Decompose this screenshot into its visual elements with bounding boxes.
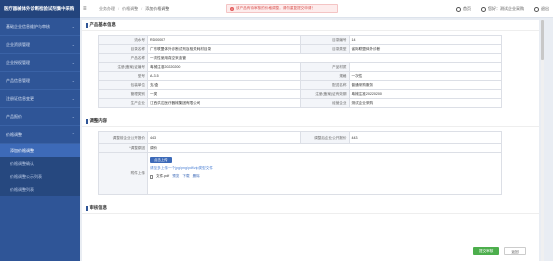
- chevron-down-icon: ⌄: [71, 42, 75, 47]
- chevron-down-icon: ⌄: [71, 24, 75, 29]
- footer-actions: 提交审核 返回: [473, 247, 526, 255]
- brand-title: 医疗器械体外诊断检验试剂集中采购: [0, 0, 80, 18]
- attached-file: 文件.pdf 预览 下载 删除: [150, 174, 499, 179]
- sidebar: 医疗器械体外诊断检验试剂集中采购 基础企业信息维护与审核 ⌄ 企业资质管理 ⌄ 企业…: [0, 0, 80, 261]
- sidebar-item-product-info[interactable]: 产品信息管理 ⌄: [0, 72, 80, 90]
- price-after-input[interactable]: 443: [348, 131, 502, 144]
- upload-hint: 请至多上传一个jpg/png/pdf/zip类型文件: [150, 166, 213, 170]
- chevron-down-icon: ⌄: [71, 96, 75, 101]
- sidebar-item-enterprise-info[interactable]: 基础企业信息维护与审核 ⌄: [0, 18, 80, 36]
- section-title-basic: 产品基本信息: [82, 20, 539, 31]
- chevron-down-icon: ⌄: [71, 60, 75, 65]
- main-content: 产品基本信息 流水号 RD00007 目录编号 14 目录名称 广东联盟体外诊断试剂及…: [82, 20, 539, 261]
- file-name: 文件.pdf: [156, 174, 170, 178]
- user-menu[interactable]: 您好：测试企业采购: [481, 6, 524, 12]
- breadcrumb-item[interactable]: 价格调整: [122, 6, 138, 12]
- download-link[interactable]: 下载: [182, 174, 189, 179]
- error-alert: × 该产品有待审核的价格调整，请勿重复提交申请！: [226, 4, 338, 13]
- price-adjust-submenu: 添加价格调整 价格调整确认 价格调整公示列表 价格调整列表: [0, 144, 80, 196]
- breadcrumb-separator: /: [141, 6, 143, 11]
- power-icon: [534, 6, 539, 12]
- breadcrumb-item[interactable]: 业务办理: [99, 6, 115, 12]
- sidebar-item-qualification[interactable]: 企业资质管理 ⌄: [0, 36, 80, 54]
- delete-link[interactable]: 删除: [193, 174, 200, 179]
- home-link[interactable]: 首页: [456, 6, 471, 12]
- section-title-review: 审核信息: [82, 203, 539, 214]
- sidebar-item-price-adjust[interactable]: 价格调整 ⌃: [0, 126, 80, 144]
- product-name: 一次性使用真空采血管: [147, 53, 502, 63]
- sidebar-item-license-change[interactable]: 注册证信息变更 ⌄: [0, 90, 80, 108]
- chevron-up-icon: ⌃: [71, 132, 75, 137]
- preview-link[interactable]: 预览: [172, 174, 179, 179]
- sidebar-subitem-adjust-confirm[interactable]: 价格调整确认: [0, 157, 80, 170]
- home-icon: [456, 6, 461, 12]
- breadcrumb-current: 添加价格调整: [145, 5, 170, 11]
- back-button[interactable]: 返回: [504, 247, 526, 255]
- error-icon: ×: [230, 6, 234, 11]
- user-icon: [481, 6, 486, 12]
- scrollbar-thumb[interactable]: [541, 20, 544, 60]
- menu-toggle-icon[interactable]: ≡: [83, 6, 93, 12]
- adjust-table: 调整前企业公开报价 443 调整后企业公开报价 443 *调整原因 调价 附件上…: [98, 131, 502, 195]
- section-title-adjust: 调整内容: [82, 116, 539, 127]
- top-bar: ≡ 业务办理 / 价格调整 / 添加价格调整 × 该产品有待审核的价格调整，请勿…: [80, 0, 553, 18]
- sidebar-subitem-adjust-publicity[interactable]: 价格调整公示列表: [0, 170, 80, 183]
- scrollbar[interactable]: [541, 20, 544, 261]
- chevron-down-icon: ⌄: [71, 114, 75, 119]
- submit-review-button[interactable]: 提交审核: [473, 247, 500, 255]
- sidebar-item-authorization[interactable]: 企业授权管理 ⌄: [0, 54, 80, 72]
- serial-number: RD00007: [147, 35, 301, 45]
- price-before-input[interactable]: 443: [147, 131, 301, 144]
- reason-input[interactable]: 调价: [147, 143, 502, 153]
- breadcrumb-separator: /: [118, 6, 120, 11]
- top-right-actions: 首页 您好：测试企业采购 退出: [456, 0, 549, 18]
- sidebar-subitem-add-adjust[interactable]: 添加价格调整: [0, 144, 80, 157]
- sidebar-subitem-adjust-list[interactable]: 价格调整列表: [0, 183, 80, 196]
- sidebar-item-product-quote[interactable]: 产品报价 ⌄: [0, 108, 80, 126]
- upload-button[interactable]: 点击上传: [150, 157, 172, 163]
- logout-link[interactable]: 退出: [534, 6, 549, 12]
- alert-message: 该产品有待审核的价格调整，请勿重复提交申请！: [236, 6, 316, 10]
- breadcrumb: 业务办理 / 价格调整 / 添加价格调整: [99, 6, 169, 12]
- document-icon: [150, 174, 153, 179]
- basic-info-table: 流水号 RD00007 目录编号 14 目录名称 广东联盟体外诊断试剂及相关耗材目录 …: [98, 35, 502, 108]
- chevron-down-icon: ⌄: [71, 78, 75, 83]
